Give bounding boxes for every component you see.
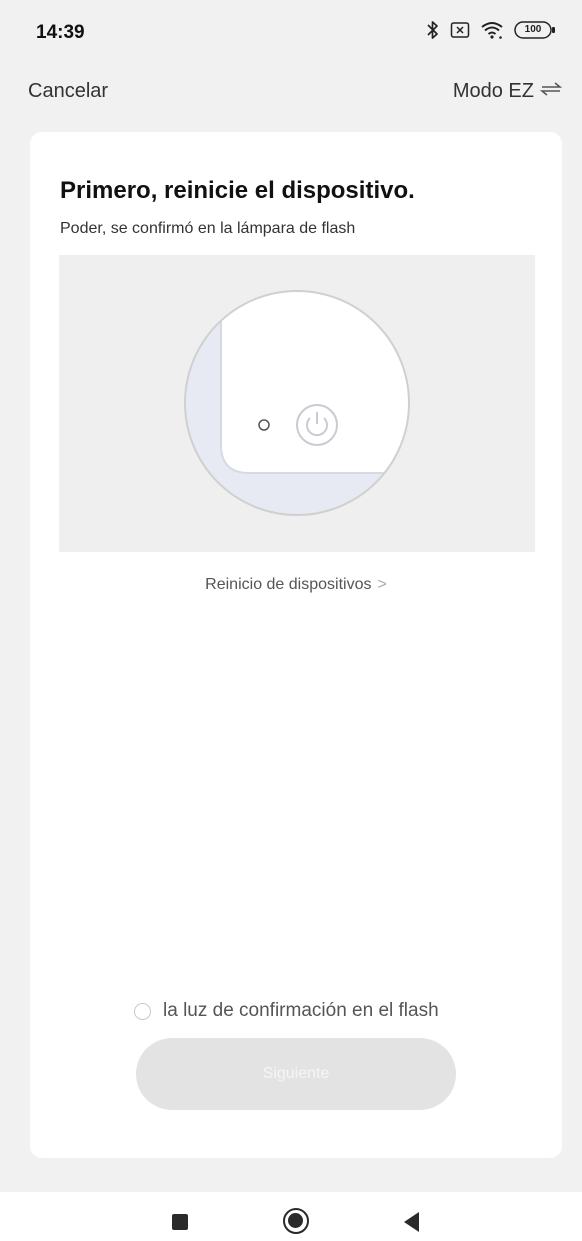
confirm-radio[interactable] [134,1002,151,1020]
bluetooth-icon [426,20,440,40]
back-button[interactable] [404,1212,419,1232]
chevron-right-icon: > [377,576,387,593]
recents-button[interactable] [172,1214,188,1230]
battery-level: 100 [524,24,542,35]
page-title: Primero, reinicie el dispositivo. [60,177,415,204]
wifi-icon [480,20,504,40]
swap-icon [539,80,563,103]
sim-x-icon [450,21,470,39]
reset-card: Primero, reinicie el dispositivo. Poder,… [30,132,562,1158]
confirm-label: la luz de confirmación en el flash [163,1000,439,1021]
ez-mode-button[interactable]: Modo EZ [452,80,563,103]
cancel-button[interactable]: Cancelar [28,80,108,103]
device-reset-link[interactable]: Reinicio de dispositivos > [30,576,562,594]
battery-icon: 100 [514,20,556,40]
ez-mode-label: Modo EZ [452,80,534,102]
page-subtitle: Poder, se confirmó en la lámpara de flas… [60,220,356,237]
status-time: 14:39 [36,22,85,43]
device-illustration [59,255,535,552]
header: Cancelar Modo EZ [0,70,582,114]
status-bar: 14:39 100 [0,0,582,64]
next-button[interactable]: Siguiente [136,1038,456,1110]
confirm-checkbox-row[interactable]: la luz de confirmación en el flash [134,1000,439,1022]
home-button[interactable] [283,1208,309,1234]
reset-link-label: Reinicio de dispositivos [205,576,372,593]
status-icons: 100 [426,20,556,40]
screen: 14:39 100 Cancelar Modo EZ Primero, rein… [0,0,582,1241]
